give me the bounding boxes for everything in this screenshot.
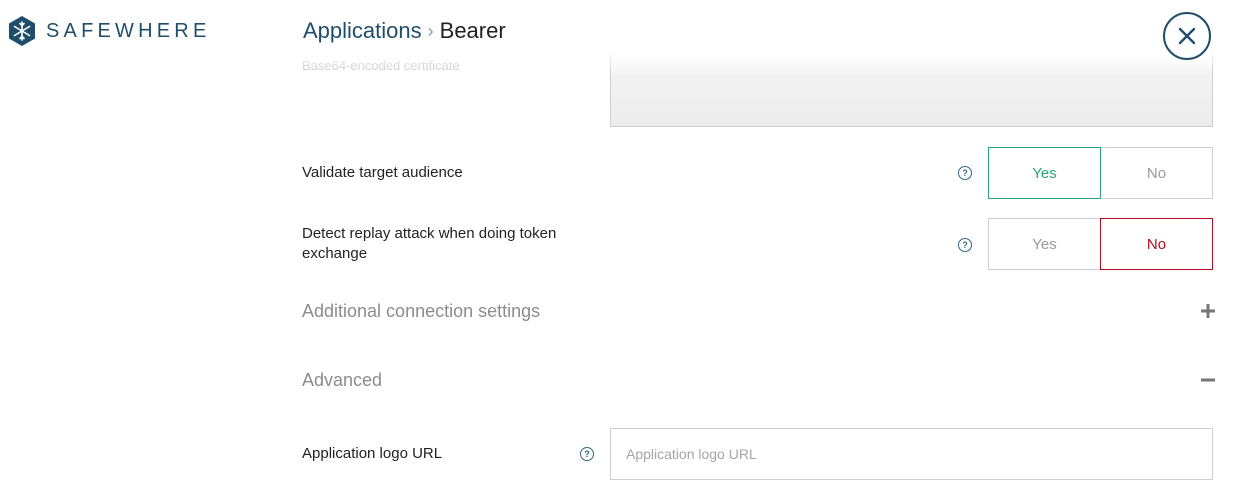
brand-name: SAFEWHERE (46, 19, 211, 42)
validate-audience-no-button[interactable]: No (1101, 147, 1213, 199)
chevron-right-icon: › (427, 20, 434, 41)
close-button[interactable] (1163, 12, 1211, 60)
certificate-textarea[interactable] (610, 50, 1213, 127)
close-icon (1178, 27, 1196, 45)
question-icon[interactable]: ? (958, 166, 972, 180)
logo-url-label: Application logo URL (302, 445, 443, 462)
detect-replay-label: Detect replay attack when doing token ex… (302, 225, 557, 262)
detect-replay-no-button[interactable]: No (1100, 218, 1213, 270)
snowflake-hexagon-icon (9, 16, 35, 46)
advanced-header[interactable]: Advanced (302, 370, 382, 391)
validate-audience-yes-button[interactable]: Yes (988, 147, 1101, 199)
logo-url-input[interactable] (610, 428, 1213, 480)
question-icon[interactable]: ? (958, 238, 972, 252)
question-icon[interactable]: ? (580, 447, 594, 461)
breadcrumb-applications-link[interactable]: Applications (303, 18, 422, 44)
page: SAFEWHERE Applications › Bearer Base64-e… (0, 0, 1237, 490)
minus-icon[interactable] (1201, 378, 1215, 382)
certificate-label: Base64-encoded certificate (302, 58, 460, 73)
validate-audience-label: Validate target audience (302, 164, 463, 181)
breadcrumb: Applications › Bearer (303, 18, 506, 44)
detect-replay-yes-button[interactable]: Yes (988, 218, 1100, 270)
validate-audience-toggle: Yes No (988, 147, 1213, 199)
plus-icon[interactable] (1201, 304, 1215, 318)
breadcrumb-current: Bearer (439, 18, 506, 43)
detect-replay-toggle: Yes No (988, 218, 1213, 270)
brand-logo[interactable]: SAFEWHERE (8, 16, 210, 46)
additional-settings-header[interactable]: Additional connection settings (302, 301, 540, 322)
